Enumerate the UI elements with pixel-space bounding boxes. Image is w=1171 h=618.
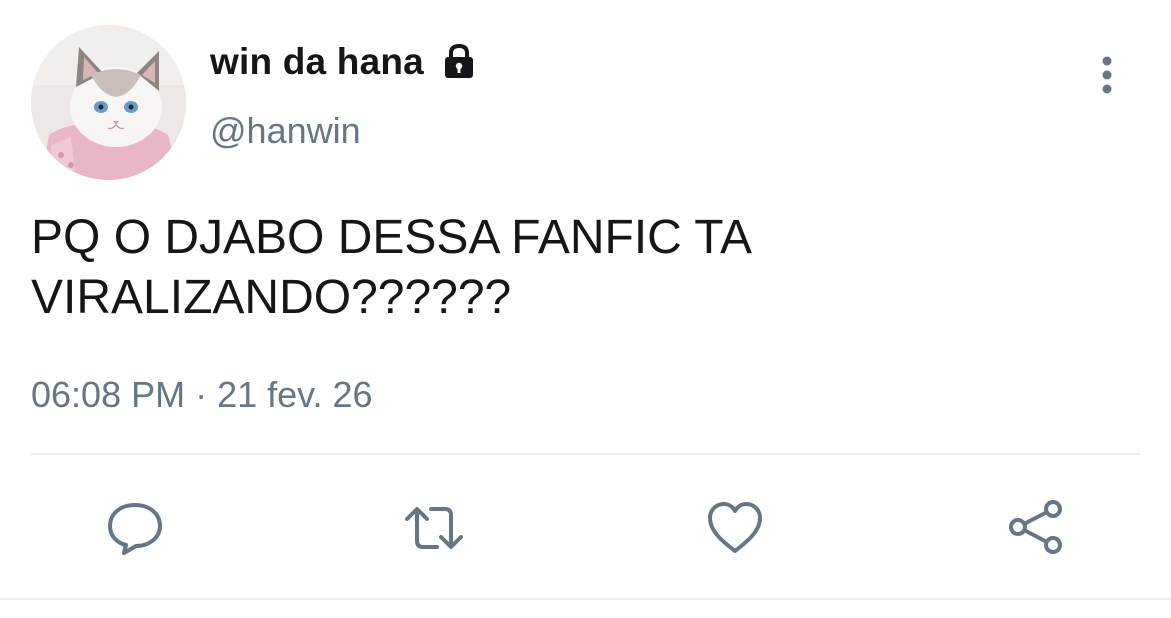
- user-handle[interactable]: @hanwin: [210, 110, 361, 152]
- more-vertical-icon[interactable]: [1093, 55, 1121, 95]
- tweet-card: win da hana @hanwin PQ O DJABO DESSA FAN…: [0, 0, 1171, 618]
- heart-icon[interactable]: [704, 497, 766, 559]
- bottom-divider: [0, 598, 1171, 600]
- tweet-text: PQ O DJABO DESSA FANFIC TA VIRALIZANDO??…: [31, 211, 753, 324]
- share-icon[interactable]: [1005, 497, 1067, 559]
- lock-icon: [445, 43, 473, 78]
- display-name[interactable]: win da hana: [210, 40, 424, 84]
- divider: [31, 453, 1140, 455]
- avatar[interactable]: [31, 25, 186, 180]
- cat-avatar-image: [31, 25, 186, 180]
- retweet-icon[interactable]: [403, 497, 465, 559]
- reply-icon[interactable]: [104, 497, 166, 559]
- tweet-timestamp[interactable]: 06:08 PM · 21 fev. 26: [31, 373, 373, 417]
